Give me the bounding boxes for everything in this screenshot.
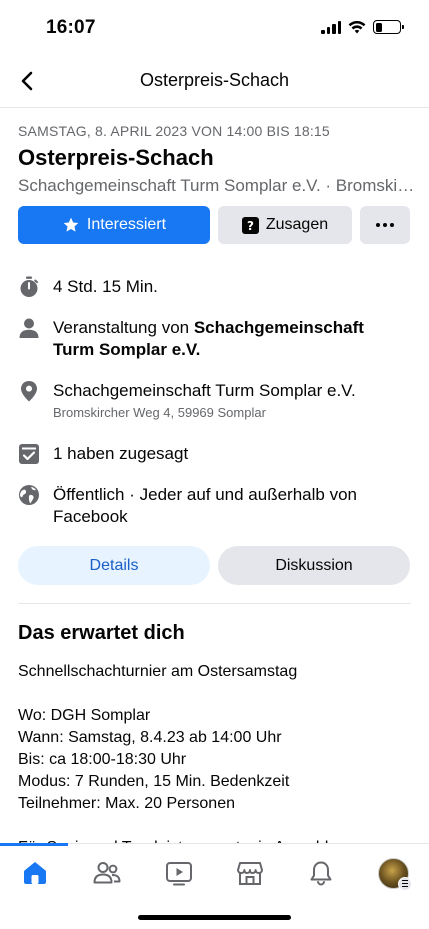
- star-icon: [63, 217, 79, 232]
- friends-icon: [93, 862, 121, 884]
- video-icon: [166, 862, 192, 886]
- event-tabs: Details Diskussion: [18, 546, 410, 585]
- organizer-text: Veranstaltung von Schachgemeinschaft Tur…: [53, 317, 403, 361]
- map-pin-icon: [18, 380, 40, 402]
- event-description: Schnellschachturnier am Ostersamstag Wo:…: [18, 661, 413, 815]
- menu-icon: [397, 876, 412, 891]
- home-indicator: [138, 915, 291, 920]
- active-tab-indicator: [0, 843, 68, 846]
- event-host-line[interactable]: Schachgemeinschaft Turm Somplar e.V. · B…: [18, 176, 418, 196]
- privacy-row: Öffentlich · Jeder auf und außerhalb von…: [18, 484, 403, 528]
- tab-discussion[interactable]: Diskussion: [218, 546, 410, 585]
- duration-text: 4 Std. 15 Min.: [53, 277, 158, 296]
- more-options-button[interactable]: [360, 206, 410, 244]
- description-until: Bis: ca 18:00-18:30 Uhr: [18, 751, 187, 768]
- cellular-signal-icon: [321, 20, 341, 34]
- section-divider: [18, 603, 411, 604]
- battery-icon: [373, 20, 404, 34]
- more-icon: [376, 223, 394, 227]
- attendance-row[interactable]: 1 haben zugesagt: [18, 443, 188, 465]
- attendance-text: 1 haben zugesagt: [53, 444, 189, 463]
- nav-video[interactable]: [161, 857, 197, 889]
- description-mode: Modus: 7 Runden, 15 Min. Bedenkzeit: [18, 773, 290, 790]
- status-bar: 16:07: [0, 0, 429, 56]
- organizer-row: Veranstaltung von Schachgemeinschaft Tur…: [18, 317, 403, 361]
- svg-text:?: ?: [247, 219, 254, 233]
- status-time: 16:07: [46, 17, 96, 38]
- location-address: Bromskircher Weg 4, 59969 Somplar: [53, 405, 266, 420]
- description-intro: Schnellschachturnier am Ostersamstag: [18, 663, 298, 680]
- marketplace-icon: [237, 862, 263, 885]
- duration-row: 4 Std. 15 Min.: [18, 276, 158, 298]
- page-title: Osterpreis-Schach: [139, 70, 290, 90]
- interested-button[interactable]: Interessiert: [18, 206, 210, 244]
- home-icon: [24, 862, 46, 884]
- stopwatch-icon: [18, 276, 40, 298]
- nav-menu[interactable]: [375, 857, 412, 891]
- going-label: Zusagen: [265, 216, 329, 233]
- check-calendar-icon: [18, 443, 40, 465]
- avatar: [377, 857, 412, 891]
- interested-label: Interessiert: [86, 216, 167, 233]
- going-button[interactable]: ? Zusagen: [218, 206, 352, 244]
- event-title: Osterpreis-Schach: [18, 145, 214, 170]
- nav-notifications[interactable]: [303, 857, 339, 889]
- status-icons: [321, 20, 404, 34]
- top-navigation-bar: Osterpreis-Schach: [0, 56, 429, 108]
- wifi-icon: [348, 20, 366, 33]
- nav-home[interactable]: [17, 857, 53, 889]
- tab-details[interactable]: Details: [18, 546, 210, 585]
- event-actions: Interessiert ? Zusagen: [18, 206, 410, 244]
- question-box-icon: ?: [241, 216, 259, 234]
- about-heading: Das erwartet dich: [18, 622, 185, 644]
- event-date: SAMSTAG, 8. APRIL 2023 VON 14:00 BIS 18:…: [18, 123, 330, 139]
- person-icon: [18, 317, 40, 339]
- nav-friends[interactable]: [89, 857, 125, 889]
- privacy-text: Öffentlich · Jeder auf und außerhalb von…: [53, 485, 357, 526]
- organizer-prefix: Veranstaltung von: [53, 318, 194, 337]
- bell-icon: [310, 861, 332, 886]
- globe-icon: [18, 484, 40, 506]
- location-name: Schachgemeinschaft Turm Somplar e.V.: [53, 381, 356, 400]
- description-participants: Teilnehmer: Max. 20 Personen: [18, 795, 235, 812]
- description-when: Wann: Samstag, 8.4.23 ab 14:00 Uhr: [18, 729, 282, 746]
- location-row[interactable]: Schachgemeinschaft Turm Somplar e.V. Bro…: [18, 380, 356, 421]
- nav-marketplace[interactable]: [232, 857, 268, 889]
- description-where: Wo: DGH Somplar: [18, 707, 151, 724]
- location-text: Schachgemeinschaft Turm Somplar e.V. Bro…: [53, 380, 356, 421]
